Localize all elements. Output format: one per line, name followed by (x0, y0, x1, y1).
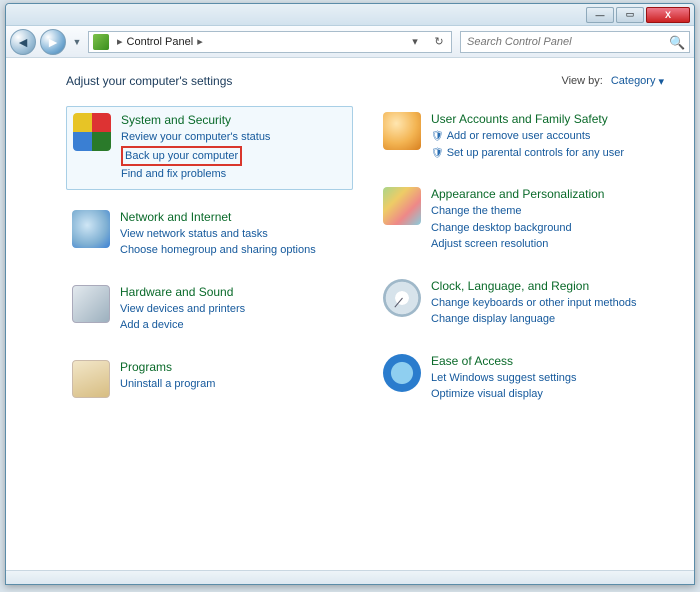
link-back-up-your-computer[interactable]: Back up your computer (121, 146, 346, 167)
content-area: Adjust your computer's settings View by:… (6, 58, 694, 570)
page-heading: Adjust your computer's settings (66, 74, 232, 88)
maximize-button[interactable]: ▭ (616, 7, 644, 23)
link-review-your-computer-s-status[interactable]: Review your computer's status (121, 129, 346, 146)
category-body: Hardware and Sound View devices and print… (120, 285, 347, 334)
category-ease-of-access: Ease of Access Let Windows suggest settin… (377, 348, 664, 409)
hardware-icon (72, 285, 110, 323)
link-uninstall-a-program[interactable]: Uninstall a program (120, 376, 347, 393)
appearance-icon (383, 187, 421, 225)
category-title-ease-of-access[interactable]: Ease of Access (431, 354, 658, 368)
category-title-hardware-and-sound[interactable]: Hardware and Sound (120, 285, 347, 299)
category-user-accounts-and-family-safety: User Accounts and Family Safety Add or re… (377, 106, 664, 167)
category-programs: Programs Uninstall a program (66, 354, 353, 404)
category-title-system-and-security[interactable]: System and Security (121, 113, 346, 127)
link-set-up-parental-controls-for-any-user[interactable]: Set up parental controls for any user (431, 145, 658, 162)
link-view-devices-and-printers[interactable]: View devices and printers (120, 301, 347, 318)
category-body: Appearance and Personalization Change the… (431, 187, 658, 253)
search-box[interactable]: 🔍 (460, 31, 690, 53)
minimize-button[interactable]: — (586, 7, 614, 23)
forward-button[interactable]: ► (40, 29, 66, 55)
view-by-label: View by: (561, 75, 602, 87)
history-dropdown[interactable]: ▼ (70, 33, 84, 51)
control-panel-window: — ▭ X ◄ ► ▼ ▸ Control Panel ▸ ▾ ↻ 🔍 Adju… (5, 3, 695, 585)
category-title-appearance-and-personalization[interactable]: Appearance and Personalization (431, 187, 658, 201)
link-optimize-visual-display[interactable]: Optimize visual display (431, 386, 658, 403)
view-by: View by: Category ▾ (561, 75, 664, 88)
right-column: User Accounts and Family Safety Add or re… (377, 106, 664, 409)
titlebar: — ▭ X (6, 4, 694, 26)
back-button[interactable]: ◄ (10, 29, 36, 55)
breadcrumb-root[interactable]: Control Panel (127, 36, 194, 48)
category-title-user-accounts-and-family-safety[interactable]: User Accounts and Family Safety (431, 112, 658, 126)
link-add-a-device[interactable]: Add a device (120, 317, 347, 334)
link-adjust-screen-resolution[interactable]: Adjust screen resolution (431, 236, 658, 253)
clock-icon (383, 279, 421, 317)
programs-icon (72, 360, 110, 398)
category-body: Clock, Language, and Region Change keyboa… (431, 279, 658, 328)
category-body: Programs Uninstall a program (120, 360, 347, 398)
link-add-or-remove-user-accounts[interactable]: Add or remove user accounts (431, 128, 658, 145)
breadcrumb-sep: ▸ (113, 35, 127, 48)
search-input[interactable] (467, 36, 669, 48)
navbar: ◄ ► ▼ ▸ Control Panel ▸ ▾ ↻ 🔍 (6, 26, 694, 58)
category-body: Network and Internet View network status … (120, 210, 347, 259)
search-icon[interactable]: 🔍 (669, 35, 683, 49)
view-by-value: Category (611, 75, 656, 87)
ease-icon (383, 354, 421, 392)
chevron-down-icon: ▾ (658, 75, 664, 88)
category-network-and-internet: Network and Internet View network status … (66, 204, 353, 265)
statusbar (6, 570, 694, 584)
link-choose-homegroup-and-sharing-options[interactable]: Choose homegroup and sharing options (120, 242, 347, 259)
network-icon (72, 210, 110, 248)
link-change-the-theme[interactable]: Change the theme (431, 203, 658, 220)
view-by-dropdown[interactable]: Category ▾ (611, 75, 664, 88)
refresh-button[interactable]: ↻ (427, 35, 451, 48)
left-column: System and Security Review your computer'… (66, 106, 353, 409)
link-change-desktop-background[interactable]: Change desktop background (431, 220, 658, 237)
category-body: User Accounts and Family Safety Add or re… (431, 112, 658, 161)
close-button[interactable]: X (646, 7, 690, 23)
control-panel-icon (93, 34, 109, 50)
link-find-and-fix-problems[interactable]: Find and fix problems (121, 166, 346, 183)
highlight-box: Back up your computer (121, 146, 242, 167)
category-title-clock-language-and-region[interactable]: Clock, Language, and Region (431, 279, 658, 293)
link-change-display-language[interactable]: Change display language (431, 311, 658, 328)
category-clock-language-and-region: Clock, Language, and Region Change keyboa… (377, 273, 664, 334)
security-icon (73, 113, 111, 151)
breadcrumb-sep-2[interactable]: ▸ (193, 35, 207, 48)
link-view-network-status-and-tasks[interactable]: View network status and tasks (120, 226, 347, 243)
category-appearance-and-personalization: Appearance and Personalization Change the… (377, 181, 664, 259)
category-body: System and Security Review your computer'… (121, 113, 346, 183)
category-system-and-security: System and Security Review your computer'… (66, 106, 353, 190)
category-hardware-and-sound: Hardware and Sound View devices and print… (66, 279, 353, 340)
address-bar[interactable]: ▸ Control Panel ▸ ▾ ↻ (88, 31, 452, 53)
address-dropdown[interactable]: ▾ (403, 35, 427, 48)
users-icon (383, 112, 421, 150)
link-let-windows-suggest-settings[interactable]: Let Windows suggest settings (431, 370, 658, 387)
category-title-programs[interactable]: Programs (120, 360, 347, 374)
category-body: Ease of Access Let Windows suggest settin… (431, 354, 658, 403)
link-change-keyboards-or-other-input-methods[interactable]: Change keyboards or other input methods (431, 295, 658, 312)
category-grid: System and Security Review your computer'… (66, 106, 664, 409)
category-title-network-and-internet[interactable]: Network and Internet (120, 210, 347, 224)
